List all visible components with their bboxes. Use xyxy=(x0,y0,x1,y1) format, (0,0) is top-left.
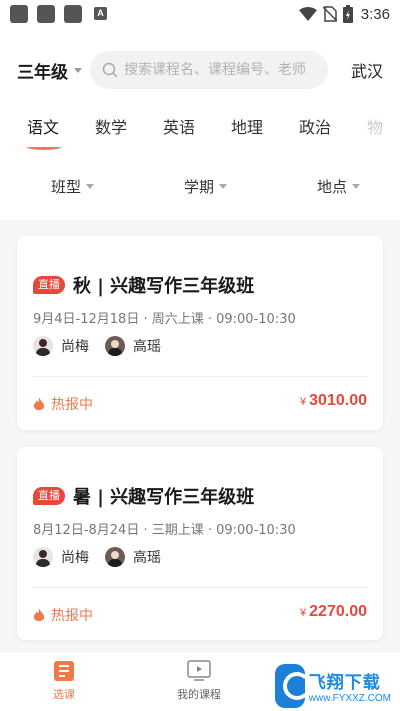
watermark-text: 飞翔下载 xyxy=(308,673,381,693)
city-selector[interactable]: 武汉 xyxy=(351,58,383,82)
nav-select-course[interactable]: 选课 xyxy=(52,660,76,702)
notification-icon xyxy=(10,5,28,23)
tab-chinese[interactable]: 语文 xyxy=(27,114,59,138)
course-price: ¥3010.00 xyxy=(300,392,367,410)
notification-icon xyxy=(37,5,55,23)
fire-icon xyxy=(33,396,45,410)
teacher-list: 尚梅 高瑶 xyxy=(33,336,177,356)
teacher: 高瑶 xyxy=(105,336,161,356)
tab-physics[interactable]: 物 xyxy=(367,114,383,138)
hot-label: 热报中 xyxy=(51,397,93,413)
search-icon xyxy=(102,62,118,78)
teacher-name: 尚梅 xyxy=(61,339,89,355)
tab-politics[interactable]: 政治 xyxy=(299,114,331,138)
grade-label: 三年级 xyxy=(17,63,68,83)
course-schedule: 8月12日-8月24日 · 三期上课 · 09:00-10:30 xyxy=(33,523,296,538)
course-card[interactable]: 直播 暑 | 兴趣写作三年级班 8月12日-8月24日 · 三期上课 · 09:… xyxy=(17,447,383,640)
tab-geography[interactable]: 地理 xyxy=(231,114,263,138)
nav-label: 我的课程 xyxy=(177,688,221,701)
filter-term[interactable]: 学期 xyxy=(184,176,228,197)
course-card[interactable]: 直播 秋 | 兴趣写作三年级班 9月4日-12月18日 · 周六上课 · 09:… xyxy=(17,236,383,430)
avatar xyxy=(33,336,53,356)
a-icon: A xyxy=(94,7,107,20)
avatar xyxy=(33,547,53,567)
divider xyxy=(33,376,367,377)
teacher-name: 高瑶 xyxy=(133,339,161,355)
price-value: 3010.00 xyxy=(309,392,367,409)
watermark-url: www.FYXXZ.COM xyxy=(308,693,391,704)
teacher-list: 尚梅 高瑶 xyxy=(33,547,177,567)
watermark-icon xyxy=(275,664,311,708)
hot-status: 热报中 xyxy=(33,605,93,625)
battery-charging-icon xyxy=(342,5,353,23)
video-icon xyxy=(187,660,211,681)
grade-selector[interactable]: 三年级 xyxy=(17,58,82,83)
teacher-name: 高瑶 xyxy=(133,550,161,566)
course-price: ¥2270.00 xyxy=(300,603,367,621)
caret-down-icon xyxy=(74,68,82,73)
filter-label: 班型 xyxy=(51,178,82,196)
nav-my-courses[interactable]: 我的课程 xyxy=(177,660,221,702)
tab-math[interactable]: 数学 xyxy=(95,114,127,138)
teacher: 尚梅 xyxy=(33,336,89,356)
avatar xyxy=(105,547,125,567)
fire-icon xyxy=(33,607,45,621)
hot-label: 热报中 xyxy=(51,608,93,624)
book-icon xyxy=(54,661,74,681)
filter-label: 学期 xyxy=(184,178,215,196)
active-tab-indicator xyxy=(27,144,61,150)
filter-label: 地点 xyxy=(317,178,348,196)
status-bar: A 3:36 xyxy=(0,0,400,30)
teacher: 尚梅 xyxy=(33,547,89,567)
price-value: 2270.00 xyxy=(309,603,367,620)
search-bar[interactable] xyxy=(90,51,328,89)
avatar xyxy=(105,336,125,356)
header: 三年级 武汉 xyxy=(0,48,400,92)
course-title: 秋 | 兴趣写作三年级班 xyxy=(73,276,255,297)
course-list: 直播 秋 | 兴趣写作三年级班 9月4日-12月18日 · 周六上课 · 09:… xyxy=(0,220,400,650)
notification-icon xyxy=(64,5,82,23)
caret-down-icon xyxy=(352,184,361,189)
filter-class-type[interactable]: 班型 xyxy=(51,176,95,197)
course-title: 暑 | 兴趣写作三年级班 xyxy=(73,487,255,508)
nav-label: 选课 xyxy=(53,688,75,701)
watermark-logo: 飞翔下载 www.FYXXZ.COM xyxy=(275,664,391,708)
filter-location[interactable]: 地点 xyxy=(317,176,361,197)
teacher: 高瑶 xyxy=(105,547,161,567)
live-badge: 直播 xyxy=(33,276,65,294)
caret-down-icon xyxy=(219,184,228,189)
hot-status: 热报中 xyxy=(33,394,93,414)
divider xyxy=(33,587,367,588)
wifi-icon xyxy=(298,7,317,21)
caret-down-icon xyxy=(86,184,95,189)
teacher-name: 尚梅 xyxy=(61,550,89,566)
tab-english[interactable]: 英语 xyxy=(163,114,195,138)
subject-tabs: 语文 数学 英语 地理 政治 物 xyxy=(0,110,400,156)
filter-bar: 班型 学期 地点 xyxy=(0,172,400,202)
no-sim-icon xyxy=(322,6,337,22)
search-input[interactable] xyxy=(124,62,324,78)
status-time: 3:36 xyxy=(360,5,390,23)
course-schedule: 9月4日-12月18日 · 周六上课 · 09:00-10:30 xyxy=(33,312,296,327)
currency-symbol: ¥ xyxy=(300,396,307,408)
live-badge: 直播 xyxy=(33,487,65,505)
currency-symbol: ¥ xyxy=(300,607,307,619)
